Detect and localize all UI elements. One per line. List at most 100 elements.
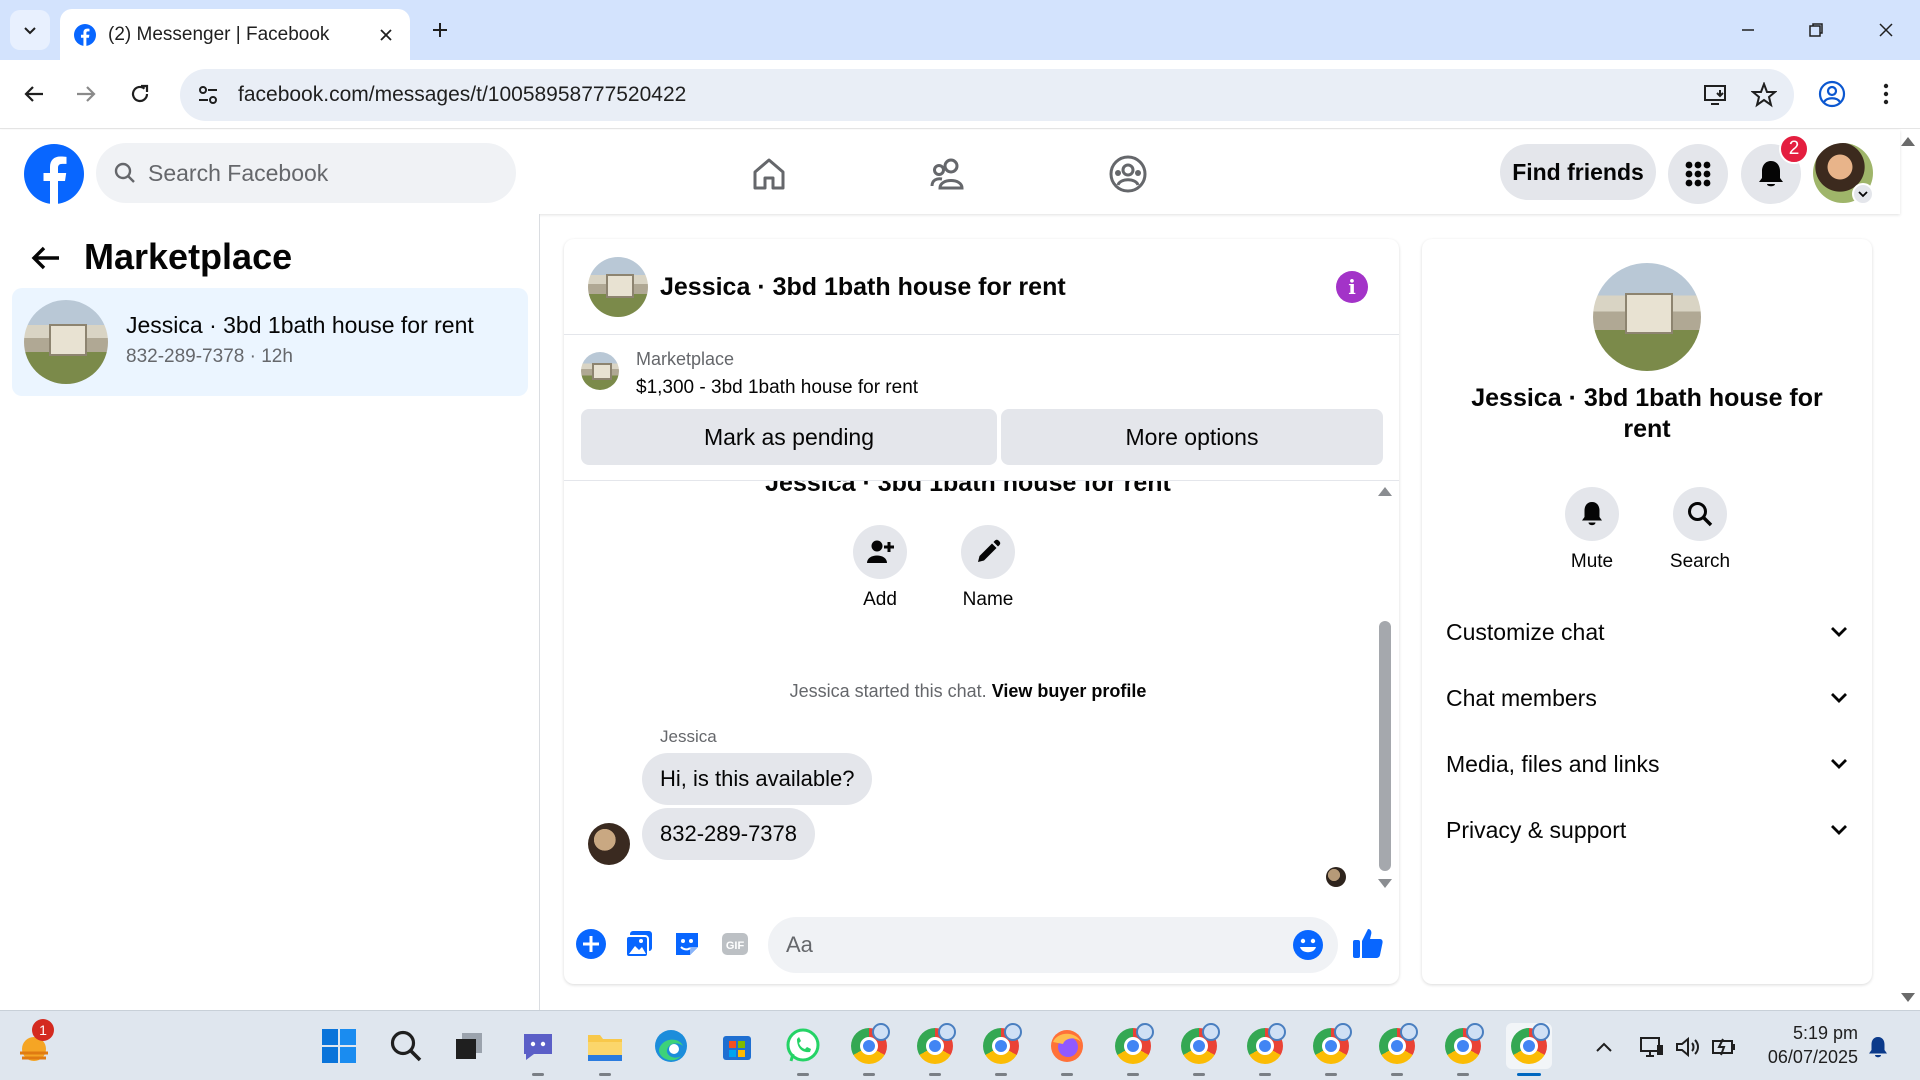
- listing-thumbnail[interactable]: [581, 352, 619, 390]
- customize-chat-section[interactable]: Customize chat: [1446, 612, 1848, 652]
- search-in-chat-button[interactable]: Search: [1655, 487, 1745, 573]
- back-arrow-icon[interactable]: [28, 240, 64, 276]
- chrome-profile-icon[interactable]: [1440, 1023, 1486, 1076]
- chrome-profile-icon[interactable]: [1374, 1023, 1420, 1076]
- media-files-links-section[interactable]: Media, files and links: [1446, 744, 1848, 784]
- close-window-icon[interactable]: [1866, 10, 1906, 50]
- profile-icon[interactable]: [1812, 74, 1852, 114]
- conversation-subtitle: 832-289-7378 · 12h: [126, 346, 293, 367]
- bell-icon: [1582, 502, 1602, 526]
- tab-search-button[interactable]: [10, 10, 50, 50]
- thumbs-up-icon[interactable]: [1348, 923, 1388, 963]
- whatsapp-icon[interactable]: [780, 1023, 826, 1076]
- home-icon[interactable]: [745, 150, 793, 198]
- running-indicator: [1061, 1073, 1073, 1076]
- chevron-down-icon: [1831, 693, 1847, 703]
- emoji-icon[interactable]: [1292, 929, 1324, 961]
- groups-icon[interactable]: [1104, 150, 1152, 198]
- facebook-logo-icon[interactable]: [24, 144, 84, 204]
- new-tab-plus-icon[interactable]: [424, 14, 456, 46]
- chrome-profile-icon[interactable]: [1242, 1023, 1288, 1076]
- firefox-icon[interactable]: [1044, 1023, 1090, 1076]
- message-bubble[interactable]: 832-289-7378: [642, 808, 816, 860]
- site-settings-icon[interactable]: [196, 83, 220, 107]
- teams-chat-icon[interactable]: [515, 1023, 561, 1076]
- gif-icon[interactable]: GIF: [718, 927, 752, 961]
- mark-as-pending-button[interactable]: Mark as pending: [581, 409, 997, 465]
- file-explorer-icon[interactable]: [582, 1023, 628, 1076]
- address-bar[interactable]: facebook.com/messages/t/1005895877752042…: [180, 69, 1794, 121]
- friends-icon[interactable]: [925, 150, 973, 198]
- info-icon[interactable]: i: [1336, 271, 1368, 303]
- chevron-up-icon[interactable]: [1590, 1033, 1618, 1061]
- sticker-icon[interactable]: [670, 927, 704, 961]
- chrome-profile-icon[interactable]: [1110, 1023, 1156, 1076]
- page-scroll-down-arrow-icon[interactable]: [1901, 993, 1915, 1002]
- chrome-profile-icon[interactable]: [978, 1023, 1024, 1076]
- more-options-button[interactable]: More options: [1001, 409, 1383, 465]
- chrome-profile-icon[interactable]: [846, 1023, 892, 1076]
- network-icon[interactable]: [1638, 1033, 1666, 1061]
- scroll-up-arrow-icon[interactable]: [1378, 487, 1392, 496]
- url-text[interactable]: facebook.com/messages/t/1005895877752042…: [238, 83, 1698, 107]
- listing-price-title[interactable]: $1,300 - 3bd 1bath house for rent: [636, 377, 918, 399]
- back-arrow-icon[interactable]: [14, 74, 54, 114]
- menu-grid-icon[interactable]: [1668, 144, 1728, 204]
- message-bubble[interactable]: Hi, is this available?: [642, 753, 873, 805]
- seen-receipt-avatar: [1326, 867, 1346, 887]
- bookmark-star-icon[interactable]: [1746, 77, 1782, 113]
- mute-button[interactable]: Mute: [1547, 487, 1637, 573]
- conversation-sidebar: Marketplace Jessica · 3bd 1bath house fo…: [0, 214, 540, 1010]
- chevron-down-icon: [1831, 825, 1847, 835]
- scrollbar-thumb[interactable]: [1379, 621, 1391, 871]
- conversation-name: Jessica · 3bd 1bath house for rent: [126, 312, 474, 338]
- running-indicator: [1325, 1073, 1337, 1076]
- chevron-down-icon: [1831, 627, 1847, 637]
- plus-circle-icon[interactable]: [574, 927, 608, 961]
- notification-bell-icon[interactable]: [1864, 1033, 1892, 1061]
- microsoft-store-icon[interactable]: [714, 1023, 760, 1069]
- svg-text:GIF: GIF: [726, 940, 745, 952]
- restore-icon[interactable]: [1796, 10, 1836, 50]
- chat-members-section[interactable]: Chat members: [1446, 678, 1848, 718]
- chat-avatar[interactable]: [588, 257, 648, 317]
- reload-icon[interactable]: [120, 74, 160, 114]
- search-icon[interactable]: [383, 1023, 429, 1069]
- minimize-icon[interactable]: [1728, 10, 1768, 50]
- edge-browser-icon[interactable]: [648, 1023, 694, 1069]
- rename-chat-button[interactable]: Name: [938, 525, 1038, 611]
- facebook-search-input[interactable]: Search Facebook: [96, 143, 516, 203]
- chrome-profile-icon[interactable]: [1176, 1023, 1222, 1076]
- chevron-down-icon[interactable]: [1852, 183, 1874, 205]
- page-scroll-up-arrow-icon[interactable]: [1901, 137, 1915, 146]
- notification-count-badge: 2: [1779, 134, 1809, 164]
- conversation-list-item[interactable]: Jessica · 3bd 1bath house for rent 832-2…: [12, 288, 528, 396]
- close-tab-icon[interactable]: [376, 25, 396, 45]
- chrome-profile-icon[interactable]: [912, 1023, 958, 1076]
- volume-icon[interactable]: [1674, 1033, 1702, 1061]
- chrome-profile-icon[interactable]: [1308, 1023, 1354, 1076]
- clock[interactable]: 5:19 pm 06/07/2025: [1748, 1021, 1858, 1069]
- sender-avatar[interactable]: [588, 823, 630, 865]
- task-view-icon[interactable]: [446, 1023, 492, 1069]
- details-avatar[interactable]: [1593, 263, 1701, 371]
- chat-details-panel: Jessica · 3bd 1bath house for rent Mute …: [1422, 239, 1872, 984]
- photo-icon[interactable]: [622, 927, 656, 961]
- chrome-profile-icon[interactable]: [1506, 1023, 1552, 1076]
- view-buyer-profile-link[interactable]: View buyer profile: [992, 681, 1147, 701]
- sender-name: Jessica: [660, 727, 717, 746]
- running-indicator: [1127, 1073, 1139, 1076]
- install-app-icon[interactable]: [1698, 77, 1734, 113]
- chat-title[interactable]: Jessica · 3bd 1bath house for rent: [660, 273, 1066, 302]
- browser-menu-icon[interactable]: [1866, 74, 1906, 114]
- browser-tab-messenger[interactable]: (2) Messenger | Facebook: [60, 9, 410, 60]
- message-input[interactable]: Aa: [768, 917, 1338, 973]
- scroll-down-arrow-icon[interactable]: [1378, 879, 1392, 888]
- forward-arrow-icon[interactable]: [66, 74, 106, 114]
- privacy-support-section[interactable]: Privacy & support: [1446, 810, 1848, 850]
- add-member-button[interactable]: Add: [830, 525, 930, 611]
- find-friends-button[interactable]: Find friends: [1500, 144, 1656, 200]
- thread-group-title: Jessica · 3bd 1bath house for rent: [765, 481, 1171, 497]
- start-windows-icon[interactable]: [316, 1023, 362, 1069]
- battery-icon[interactable]: [1710, 1033, 1738, 1061]
